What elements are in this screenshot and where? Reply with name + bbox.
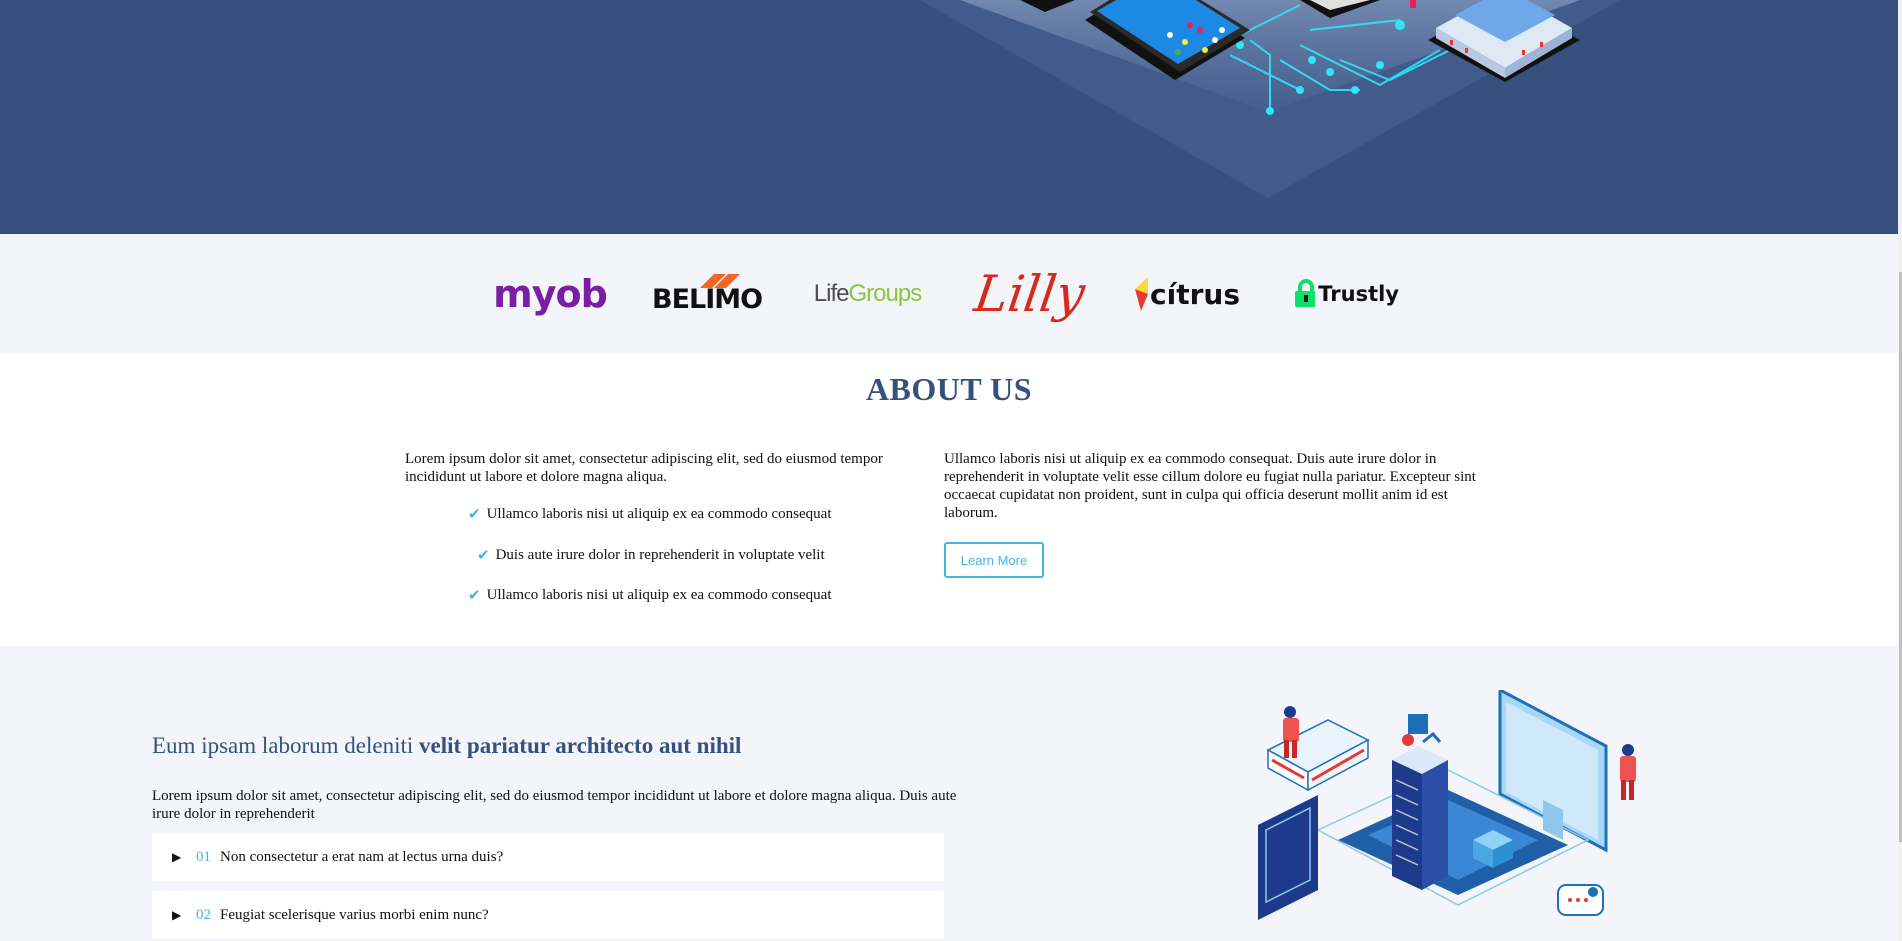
- checklist-item-label: Ullamco laboris nisi ut aliquip ex ea co…: [486, 586, 832, 603]
- lilly-logo-text: Lilly: [970, 265, 1089, 323]
- lifegroups-logo-text-b: Groups: [848, 280, 923, 307]
- citrus-logo-text: cítrus: [1150, 277, 1240, 311]
- client-logo-lilly: Lilly: [970, 264, 1089, 324]
- client-logo-lifegroups: Life Groups: [813, 264, 923, 324]
- client-logo-belimo: BELIMO: [652, 264, 763, 324]
- faq-item[interactable]: ▶ 02 Feugiat scelerisque varius morbi en…: [152, 891, 944, 939]
- clients-section: myob BELIMO Life Groups Lilly cítrus Trus…: [0, 234, 1898, 353]
- belimo-logo-text: BELIMO: [652, 283, 763, 315]
- myob-logo-text: myob: [493, 272, 608, 316]
- why-us-description: Lorem ipsum dolor sit amet, consectetur …: [152, 788, 957, 822]
- about-section: ABOUT US Lorem ipsum dolor sit amet, con…: [0, 353, 1898, 646]
- faq-item[interactable]: ▶ 01 Non consectetur a erat nam at lectu…: [152, 833, 944, 881]
- caret-right-icon: ▶: [172, 850, 182, 864]
- client-logo-citrus: cítrus: [1135, 264, 1240, 324]
- trustly-logo-text: Trustly: [1318, 282, 1399, 306]
- double-check-icon: ✔: [468, 505, 481, 523]
- faq-number: 02: [196, 906, 211, 923]
- double-check-icon: ✔: [468, 586, 481, 604]
- checklist-item: ✔ Ullamco laboris nisi ut aliquip ex ea …: [468, 505, 832, 523]
- client-logo-myob: myob: [493, 264, 608, 324]
- checklist-item-label: Ullamco laboris nisi ut aliquip ex ea co…: [486, 505, 832, 522]
- why-us-title-plain: Eum ipsam laborum deleniti: [152, 733, 420, 758]
- learn-more-button[interactable]: Learn More: [944, 542, 1044, 578]
- about-title: ABOUT US: [865, 371, 1033, 407]
- double-check-icon: ✔: [477, 546, 490, 564]
- lifegroups-logo-text-a: Life: [813, 280, 850, 307]
- faq-question: Feugiat scelerisque varius morbi enim nu…: [220, 906, 489, 923]
- citrus-mark-icon: [1135, 277, 1148, 311]
- city-illustration: [1258, 690, 1636, 920]
- about-left-paragraph: Lorem ipsum dolor sit amet, consectetur …: [405, 451, 883, 485]
- checklist-item-label: Duis aute irure dolor in reprehenderit i…: [495, 546, 825, 563]
- checklist-item: ✔ Ullamco laboris nisi ut aliquip ex ea …: [468, 586, 832, 604]
- hero-illustration: [920, 0, 1620, 198]
- caret-right-icon: ▶: [172, 908, 182, 922]
- trustly-lock-icon: [1295, 279, 1316, 307]
- hero-section: [0, 0, 1898, 234]
- about-right-paragraph: Ullamco laboris nisi ut aliquip ex ea co…: [944, 451, 1476, 521]
- why-us-title: Eum ipsam laborum deleniti velit pariatu…: [152, 732, 752, 759]
- faq-number: 01: [196, 848, 211, 865]
- why-us-title-bold: velit pariatur architecto aut nihil: [419, 733, 742, 758]
- client-logo-trustly: Trustly: [1294, 264, 1399, 324]
- scrollbar[interactable]: [1898, 0, 1902, 941]
- checklist-item: ✔ Duis aute irure dolor in reprehenderit…: [477, 546, 825, 564]
- faq-question: Non consectetur a erat nam at lectus urn…: [220, 848, 504, 865]
